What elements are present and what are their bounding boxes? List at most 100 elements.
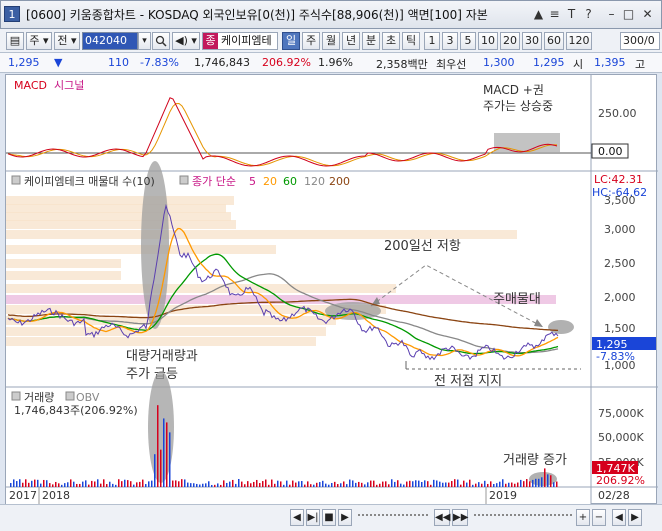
support-note: 전 저점 지지	[434, 374, 502, 389]
volume-bar	[145, 484, 147, 487]
code-dropdown-icon[interactable]: ▾	[138, 32, 151, 50]
period-minute-button[interactable]: 분	[362, 32, 380, 50]
interval-3-button[interactable]: 3	[442, 32, 458, 50]
volume-increase-note: 거래량 증가	[503, 453, 567, 468]
help-icon[interactable]: ?	[582, 6, 595, 22]
volume-bar	[25, 479, 27, 487]
volume-bar	[457, 479, 459, 487]
minimize-button[interactable]: –	[605, 6, 618, 22]
volume-bar	[259, 483, 261, 487]
volume-bar	[175, 480, 177, 487]
prev-button[interactable]: ◀	[612, 509, 626, 526]
volume-bar	[406, 481, 408, 487]
macd-note-1: MACD +권	[483, 83, 544, 97]
price-change-pct: -7.83%	[140, 56, 179, 69]
volume-bar	[43, 479, 45, 487]
ask-price: 1,295	[533, 56, 565, 69]
volume-bar	[61, 484, 63, 487]
zoom-in-button[interactable]: +	[576, 509, 590, 526]
volume-bar	[523, 481, 525, 487]
period-year-button[interactable]: 년	[342, 32, 360, 50]
volume-bar	[19, 479, 21, 487]
period-day-button[interactable]: 일	[282, 32, 300, 50]
volume-bar	[295, 482, 297, 487]
interval-1-button[interactable]: 1	[424, 32, 440, 50]
collapse-icon[interactable]: ▲	[532, 6, 545, 22]
price-axis-1500: 1,500	[604, 322, 636, 335]
volume-bar	[154, 454, 156, 487]
volume-bar	[10, 483, 12, 487]
volume-bar	[289, 484, 291, 487]
surge-note-2: 주가 급등	[126, 367, 178, 382]
font-icon[interactable]: T	[565, 6, 578, 22]
volume-bar	[409, 480, 411, 487]
scroll-end-button[interactable]: ▶|	[306, 509, 320, 526]
volume-bar	[466, 482, 468, 487]
scroll-left-button[interactable]: ◀	[290, 509, 304, 526]
zoom-out-range-button[interactable]: ◀◀	[434, 509, 450, 526]
play-button[interactable]: ▶	[338, 509, 352, 526]
all-select[interactable]: 전 ▾	[54, 32, 80, 50]
range-slider[interactable]	[474, 514, 572, 522]
volume-bar	[520, 479, 522, 487]
period-week-button[interactable]: 주	[302, 32, 320, 50]
interval-20-button[interactable]: 20	[500, 32, 520, 50]
volume-bar	[172, 480, 174, 487]
chart-area[interactable]: MACD 시그널 MACD +권 주가는 상승중 250.00 0.00 케이피…	[5, 74, 658, 505]
speed-slider[interactable]	[358, 514, 428, 522]
market-select[interactable]: 주 ▾	[26, 32, 52, 50]
period-tick-button[interactable]: 틱	[402, 32, 420, 50]
volume-bar	[376, 484, 378, 487]
price-axis-3000: 3,000	[604, 223, 636, 236]
volume-bar	[28, 482, 30, 487]
interval-60-button[interactable]: 60	[544, 32, 564, 50]
volume-bar	[76, 483, 78, 487]
menu-list-icon[interactable]: ▤	[6, 32, 24, 50]
volume-bar	[271, 479, 273, 487]
volume-bar	[427, 481, 429, 487]
search-icon[interactable]	[152, 32, 170, 50]
stock-code-input[interactable]: 042040	[82, 32, 138, 50]
volume-bar	[265, 479, 267, 487]
period-month-button[interactable]: 월	[322, 32, 340, 50]
next-button[interactable]: ▶	[628, 509, 642, 526]
volume-bar	[448, 482, 450, 487]
zoom-out-button[interactable]: −	[592, 509, 606, 526]
stop-button[interactable]: ■	[322, 509, 336, 526]
volume-bar	[115, 484, 117, 487]
bottom-bar: ◀ ▶| ■ ▶ ◀◀ ▶▶ + − ◀ ▶	[0, 504, 662, 531]
volume-bar	[148, 481, 150, 487]
zoom-in-range-button[interactable]: ▶▶	[452, 509, 468, 526]
volume-bar	[16, 481, 18, 487]
x-label-2017: 2017	[9, 489, 37, 502]
volume-bar	[169, 432, 171, 487]
main-band-note: 주매물대	[493, 292, 541, 307]
data-count-input[interactable]: 300/0	[620, 32, 660, 50]
interval-10-button[interactable]: 10	[478, 32, 498, 50]
volume-bar	[106, 484, 108, 487]
ma-legend-label: 종가 단순	[192, 175, 236, 188]
volume-ratio: 206.92%	[262, 56, 311, 69]
interval-30-button[interactable]: 30	[522, 32, 542, 50]
maximize-button[interactable]: □	[622, 6, 635, 22]
quote-row: 1,295 ▼ 110 -7.83% 1,746,843 206.92% 1.9…	[0, 53, 662, 73]
volume-bar	[370, 480, 372, 487]
turnover-rate: 1.96%	[318, 56, 353, 69]
interval-120-button[interactable]: 120	[566, 32, 592, 50]
volume-bar	[493, 483, 495, 487]
volume-bar	[487, 483, 489, 487]
volume-bar	[301, 481, 303, 487]
volume-bar	[97, 479, 99, 487]
obv-legend: OBV	[76, 391, 100, 404]
period-second-button[interactable]: 초	[382, 32, 400, 50]
chart-svg[interactable]: MACD 시그널 MACD +권 주가는 상승중 250.00 0.00 케이피…	[6, 75, 658, 505]
volume-bar	[538, 478, 540, 487]
ma120-legend: 120	[304, 175, 325, 188]
volume-bar	[79, 483, 81, 487]
volume-bar	[247, 481, 249, 487]
app-icon[interactable]: 1	[4, 6, 20, 22]
sound-icon[interactable]: ◀) ▾	[172, 32, 200, 50]
close-button[interactable]: ✕	[641, 6, 654, 22]
interval-5-button[interactable]: 5	[460, 32, 476, 50]
menu-icon[interactable]: ≡	[548, 6, 561, 22]
